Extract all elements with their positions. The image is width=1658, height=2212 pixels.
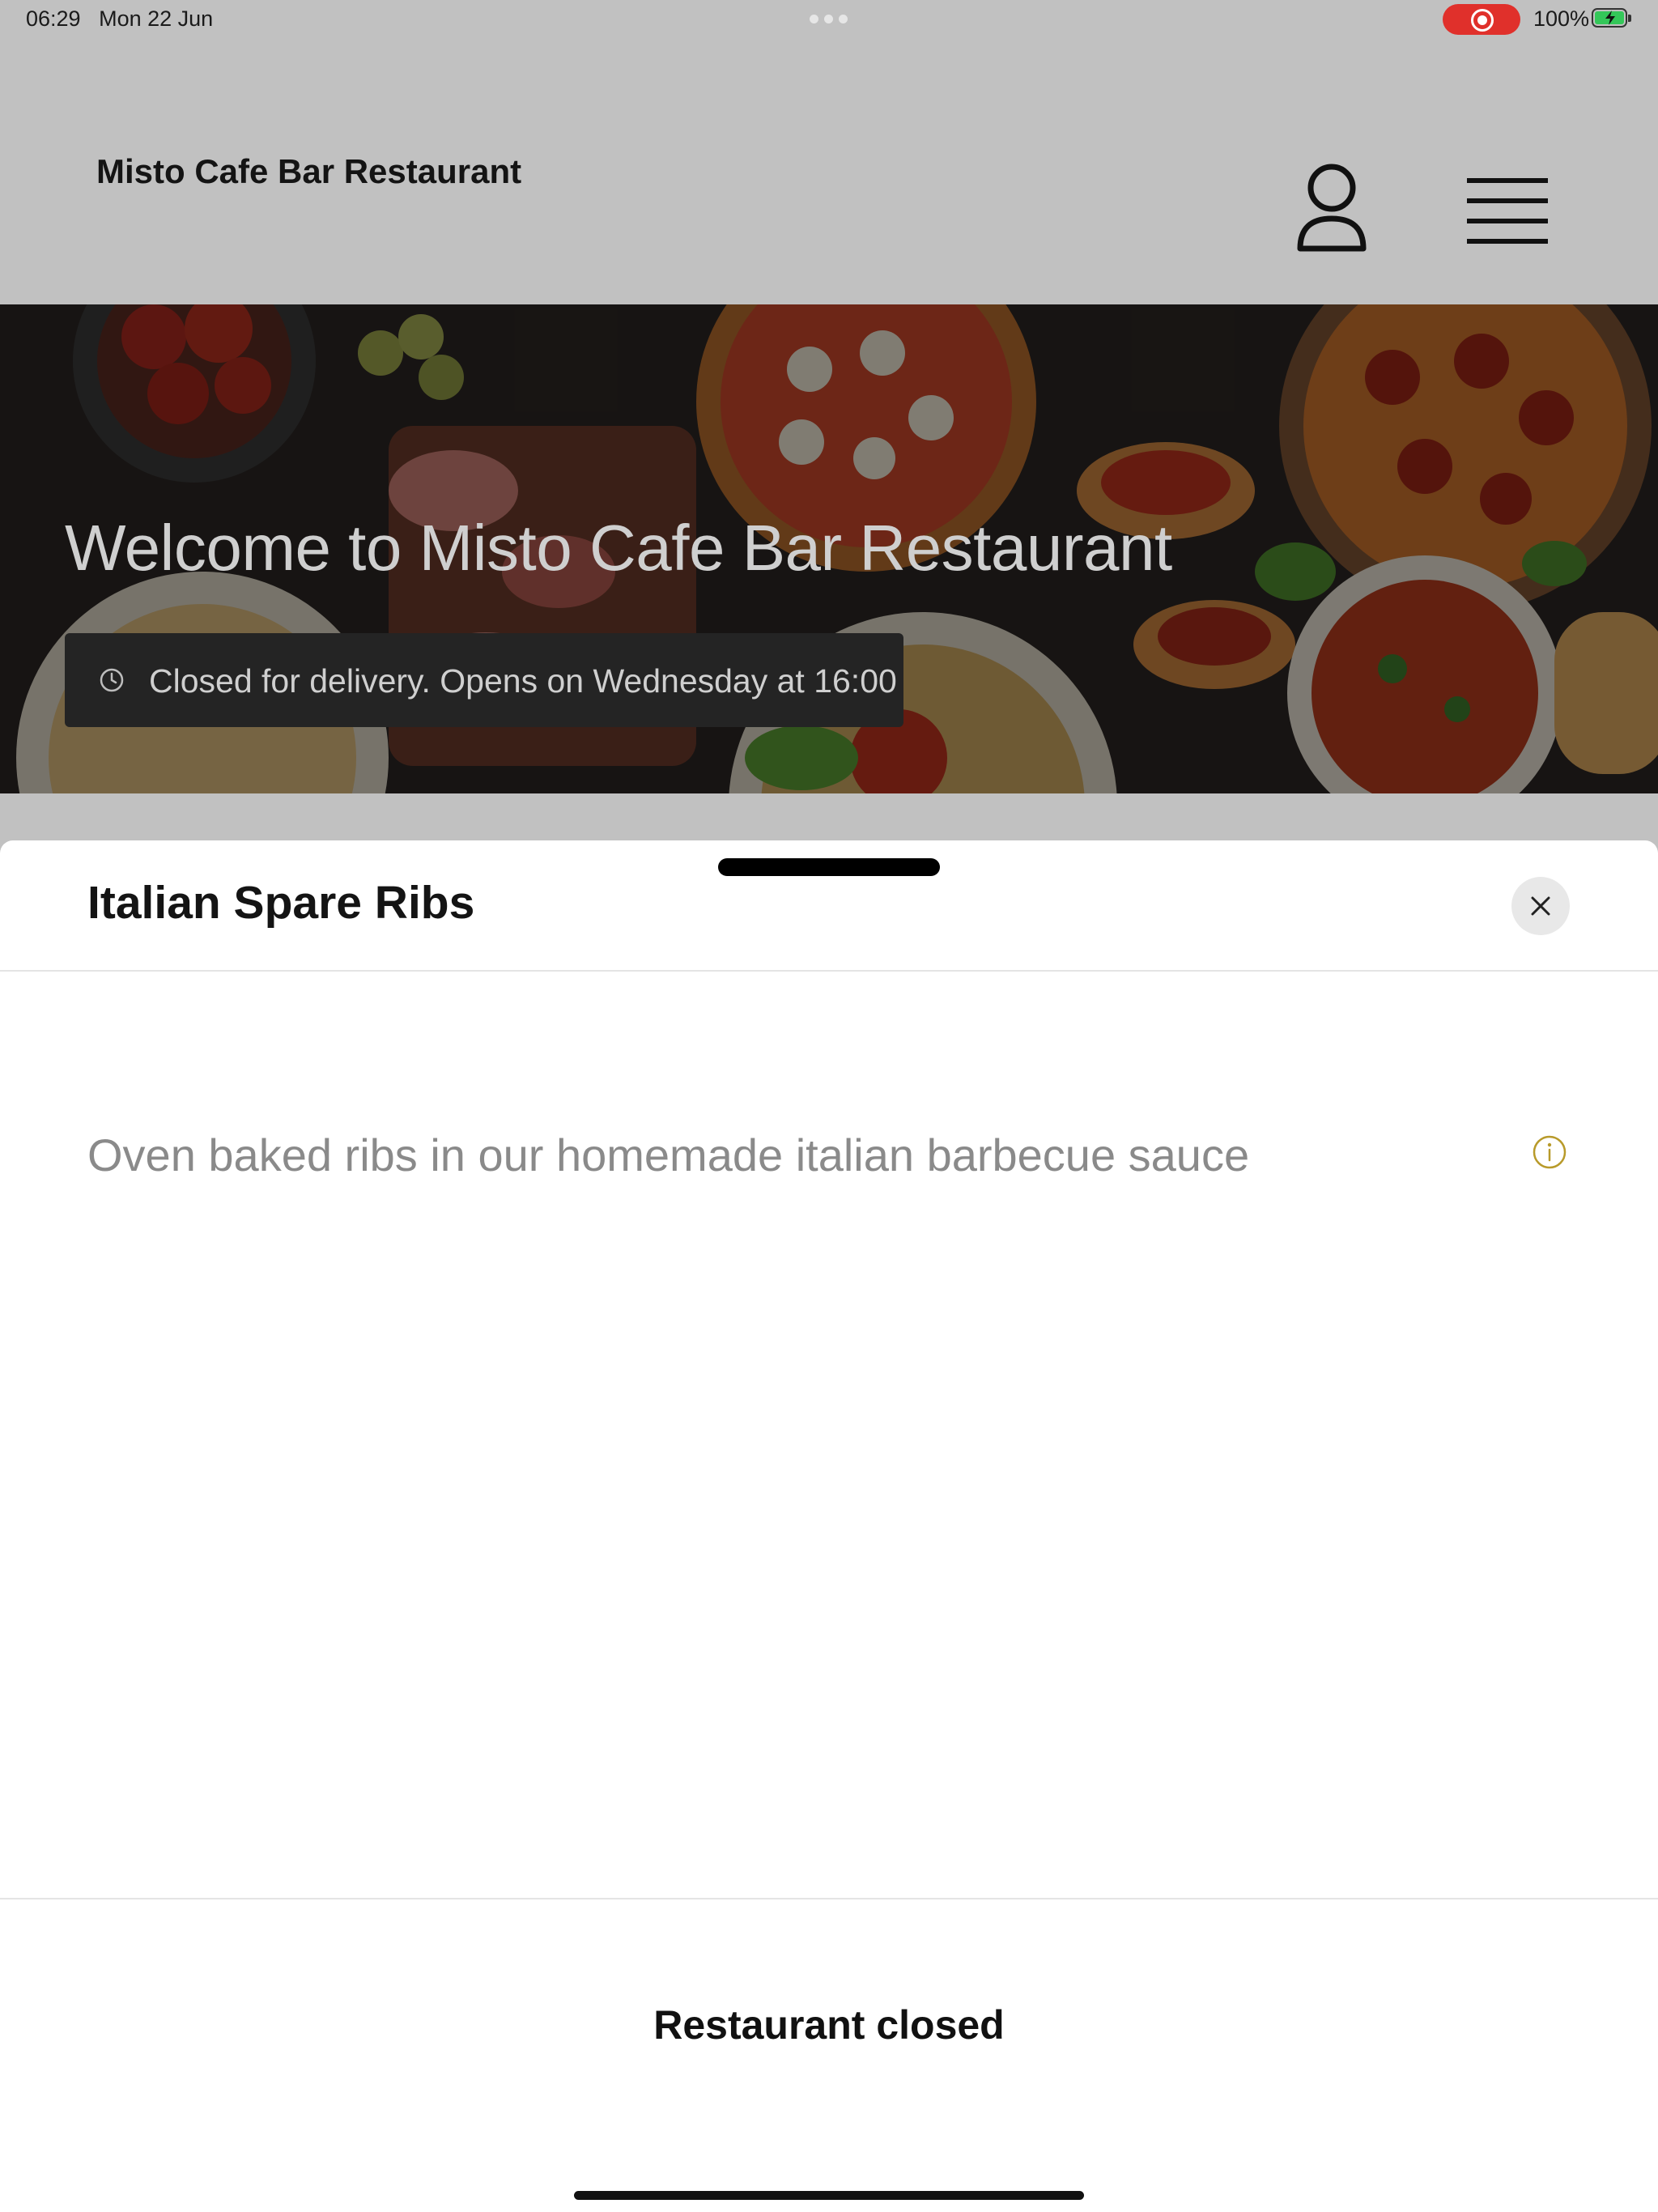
sheet-footer-divider (0, 1898, 1658, 1899)
product-title: Italian Spare Ribs (87, 877, 475, 929)
status-bar: 06:29 Mon 22 Jun 100% (0, 0, 1658, 39)
battery-icon (1592, 8, 1631, 28)
home-indicator[interactable] (574, 2191, 1084, 2200)
clock-icon (100, 668, 124, 692)
info-icon[interactable] (1532, 1134, 1567, 1170)
delivery-status-text: Closed for delivery. Opens on Wednesday … (149, 662, 897, 700)
sheet-grabber[interactable] (718, 858, 940, 876)
hero-banner: Welcome to Misto Cafe Bar Restaurant Clo… (0, 304, 1658, 793)
menu-icon[interactable] (1467, 177, 1548, 245)
product-sheet: Italian Spare Ribs Oven baked ribs in ou… (0, 840, 1658, 2212)
status-time: 06:29 (26, 6, 81, 31)
battery-percent: 100% (1533, 6, 1590, 31)
site-header: Misto Cafe Bar Restaurant (0, 39, 1658, 304)
close-button[interactable] (1511, 877, 1570, 935)
hero-title: Welcome to Misto Cafe Bar Restaurant (65, 512, 1172, 584)
user-icon[interactable] (1295, 164, 1368, 254)
sheet-header-divider (0, 970, 1658, 972)
multitasking-dots-icon[interactable] (810, 15, 848, 24)
restaurant-closed-label: Restaurant closed (653, 2002, 1005, 2048)
brand-name[interactable]: Misto Cafe Bar Restaurant (96, 152, 521, 191)
screen-recording-icon[interactable] (1443, 4, 1520, 35)
product-description: Oven baked ribs in our homemade italian … (87, 1129, 1250, 1180)
status-time-date: 06:29 Mon 22 Jun (26, 6, 213, 32)
close-icon (1531, 896, 1550, 916)
delivery-status-banner: Closed for delivery. Opens on Wednesday … (65, 633, 903, 727)
status-date: Mon 22 Jun (99, 6, 214, 31)
